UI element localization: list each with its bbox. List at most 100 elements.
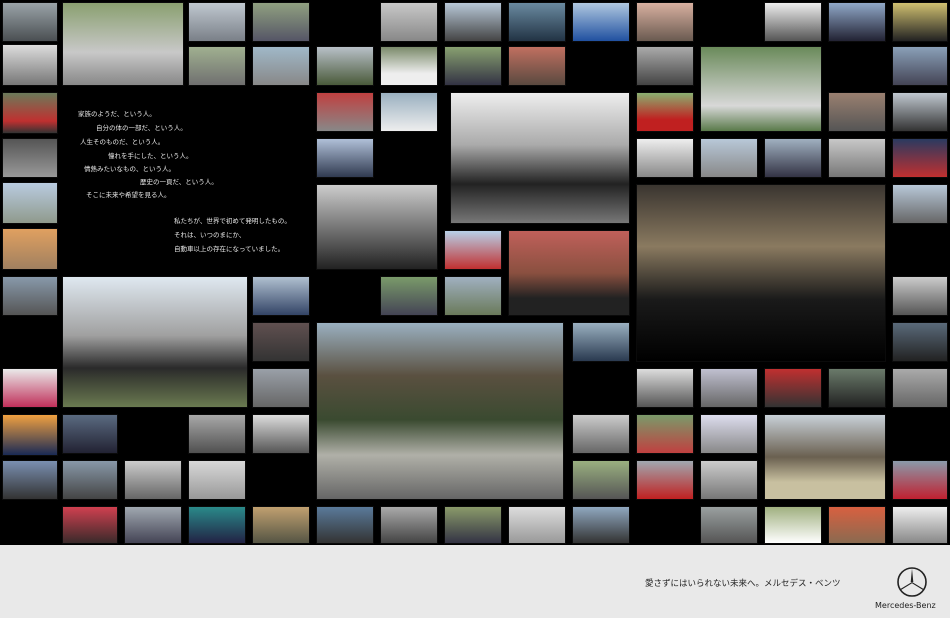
mercedes-star-icon <box>897 567 927 597</box>
photo-tile <box>2 228 58 270</box>
photo-tile <box>2 92 58 134</box>
photo-tile <box>572 322 630 362</box>
photo-tile <box>252 46 310 86</box>
photo-tile <box>316 184 438 270</box>
photo-tile <box>2 276 58 316</box>
photo-tile <box>450 92 630 224</box>
photo-tile <box>380 92 438 132</box>
photo-tile <box>636 368 694 408</box>
photo-tile <box>252 368 310 408</box>
photo-tile <box>636 460 694 500</box>
photo-tile <box>62 414 118 454</box>
photo-tile <box>700 460 758 500</box>
photo-tile <box>188 2 246 42</box>
photo-tile <box>62 2 184 86</box>
photo-tile <box>444 506 502 544</box>
photo-tile <box>764 138 822 178</box>
photo-tile <box>892 46 948 86</box>
photo-tile <box>316 46 374 86</box>
photo-tile <box>188 414 246 454</box>
copy-line: 自動車以上の存在になっていました。 <box>174 245 285 253</box>
photo-tile <box>636 46 694 86</box>
copy-line: 私たちが、世界で初めて発明したもの。 <box>174 217 291 225</box>
photo-tile <box>700 368 758 408</box>
copy-line: 憧れを手にした、という人。 <box>108 152 193 160</box>
photo-tile <box>700 414 758 454</box>
brand-name: Mercedes-Benz <box>875 601 936 610</box>
photo-tile <box>508 2 566 42</box>
photo-tile <box>124 506 182 544</box>
photo-tile <box>892 184 948 224</box>
photo-tile <box>316 322 564 500</box>
photo-tile <box>2 44 58 86</box>
copy-line: それは、いつのまにか、 <box>174 231 246 239</box>
photo-tile <box>62 460 118 500</box>
copy-line: 自分の体の一部だ、という人。 <box>96 124 187 132</box>
photo-tile <box>444 46 502 86</box>
photo-tile <box>636 92 694 132</box>
copy-text-block: 家族のようだ、という人。 自分の体の一部だ、という人。 人生そのものだ、という人… <box>62 92 312 274</box>
photo-tile <box>380 46 438 86</box>
photo-tile <box>62 276 248 408</box>
photo-tile <box>572 414 630 454</box>
copy-line: 情熱みたいなもの、という人。 <box>84 165 175 173</box>
advertisement: 家族のようだ、という人。 自分の体の一部だ、という人。 人生そのものだ、という人… <box>0 0 950 618</box>
photo-tile <box>828 368 886 408</box>
copy-line: そこに未来や希望を見る人。 <box>86 191 171 199</box>
photo-tile <box>764 414 886 500</box>
photo-tile <box>316 92 374 132</box>
photo-tile <box>380 506 438 544</box>
copy-line: 家族のようだ、という人。 <box>78 110 156 118</box>
photo-tile <box>572 506 630 544</box>
photo-tile <box>636 138 694 178</box>
photo-tile <box>2 2 58 42</box>
copy-line: 人生そのものだ、という人。 <box>80 138 165 146</box>
photo-tile <box>252 2 310 42</box>
photo-tile <box>828 138 886 178</box>
photo-tile <box>828 506 886 544</box>
photo-tile <box>2 182 58 224</box>
photo-tile <box>892 460 948 500</box>
photo-tile <box>892 92 948 132</box>
photo-tile <box>892 322 948 362</box>
photo-tile <box>764 2 822 42</box>
photo-tile <box>252 414 310 454</box>
photo-tile <box>764 368 822 408</box>
photo-tile <box>700 46 822 132</box>
photo-tile <box>252 276 310 316</box>
photo-tile <box>252 506 310 544</box>
photo-tile <box>316 506 374 544</box>
photo-tile <box>892 138 948 178</box>
photo-tile <box>572 2 630 42</box>
photo-tile <box>252 322 310 362</box>
photo-tile <box>508 230 630 316</box>
photo-tile <box>828 2 886 42</box>
tagline: 愛さずにはいられない未来へ。メルセデス・ベンツ <box>645 579 841 589</box>
photo-tile <box>892 368 948 408</box>
copy-line: 歴史の一頁だ、という人。 <box>140 178 218 186</box>
photo-tile <box>764 506 822 544</box>
photo-tile <box>444 2 502 42</box>
photo-tile <box>380 276 438 316</box>
photo-tile <box>636 414 694 454</box>
photo-tile <box>2 138 58 178</box>
photo-tile <box>2 460 58 500</box>
photo-tile <box>828 92 886 132</box>
photo-tile <box>892 2 948 42</box>
photo-tile <box>700 138 758 178</box>
photo-tile <box>444 230 502 270</box>
photo-tile <box>188 506 246 544</box>
photo-tile <box>124 460 182 500</box>
photo-tile <box>2 368 58 408</box>
photo-tile <box>316 138 374 178</box>
photo-tile <box>892 506 948 544</box>
photo-tile <box>636 184 886 362</box>
photo-tile <box>636 2 694 42</box>
photo-tile <box>700 506 758 544</box>
photo-tile <box>508 46 566 86</box>
photo-tile <box>508 506 566 544</box>
photo-tile <box>62 506 118 544</box>
photo-mosaic: 家族のようだ、という人。 自分の体の一部だ、という人。 人生そのものだ、という人… <box>0 0 950 545</box>
photo-tile <box>2 414 58 456</box>
photo-tile <box>444 276 502 316</box>
